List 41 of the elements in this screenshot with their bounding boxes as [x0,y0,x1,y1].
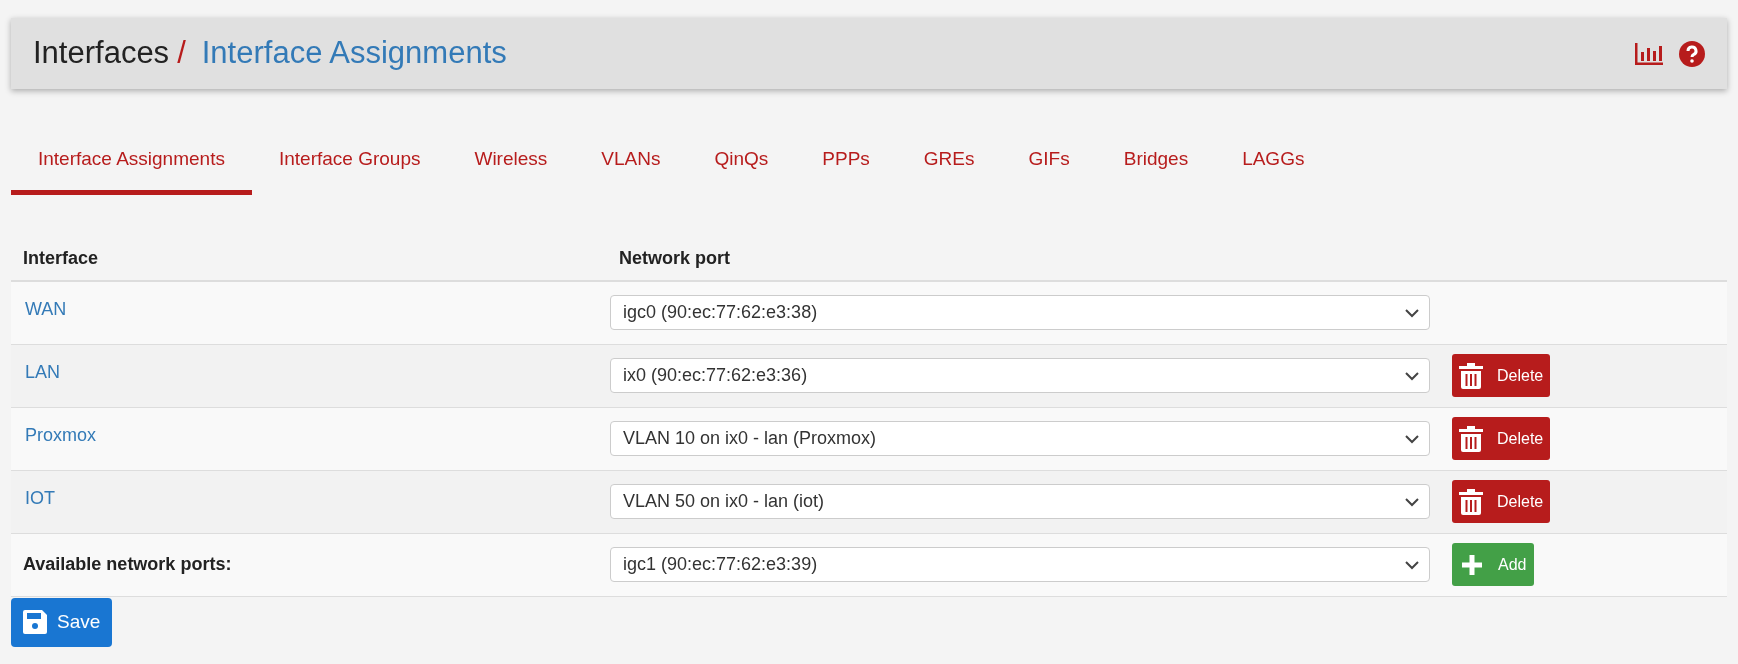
tab[interactable]: Bridges [1096,124,1216,195]
column-header: Network port [619,248,730,268]
chevron-down-icon [1405,498,1419,507]
row-label: Available network ports: [23,554,232,574]
port-select[interactable]: igc1 (90:ec:77:62:e3:39) [610,547,1430,582]
trash-icon [1459,362,1483,389]
port-select[interactable]: igc0 (90:ec:77:62:e3:38) [610,295,1430,331]
delete-button[interactable]: Delete [1452,480,1551,523]
add-button[interactable]: Add [1452,543,1535,586]
delete-button[interactable]: Delete [1452,354,1551,397]
interface-link[interactable]: LAN [25,361,60,382]
trash-icon [1459,425,1483,452]
breadcrumb-separator: / [177,34,186,73]
page-title: Interface Assignments [201,34,507,73]
column-header: Interface [23,248,99,268]
tab[interactable]: Interface Assignments [11,124,252,195]
tab[interactable]: PPPs [795,124,897,195]
port-select[interactable]: VLAN 10 on ix0 - lan (Proxmox) [610,421,1430,456]
bar-chart-icon[interactable] [1635,42,1663,65]
chevron-down-icon [1405,309,1419,319]
help-icon[interactable] [1679,40,1705,67]
tab[interactable]: GIFs [1001,124,1097,195]
plus-icon [1460,552,1484,577]
port-select[interactable]: VLAN 50 on ix0 - lan (iot) [610,484,1430,519]
interface-link[interactable]: Proxmox [25,424,96,445]
delete-button[interactable]: Delete [1452,417,1551,460]
save-button[interactable]: Save [11,597,113,647]
breadcrumb-parent[interactable]: Interfaces [33,30,170,77]
tab[interactable]: QinQs [687,124,796,195]
tab[interactable]: Interface Groups [251,124,448,195]
chevron-down-icon [1405,372,1419,381]
chevron-down-icon [1405,435,1419,444]
interface-link[interactable]: WAN [25,299,67,319]
tab[interactable]: LAGGs [1215,124,1332,195]
port-select[interactable]: ix0 (90:ec:77:62:e3:36) [610,358,1430,393]
interface-link[interactable]: IOT [25,487,55,508]
tab[interactable]: Wireless [447,124,575,195]
tab[interactable]: VLANs [574,124,688,195]
tab[interactable]: GREs [896,124,1002,195]
chevron-down-icon [1405,561,1419,570]
trash-icon [1459,488,1483,515]
